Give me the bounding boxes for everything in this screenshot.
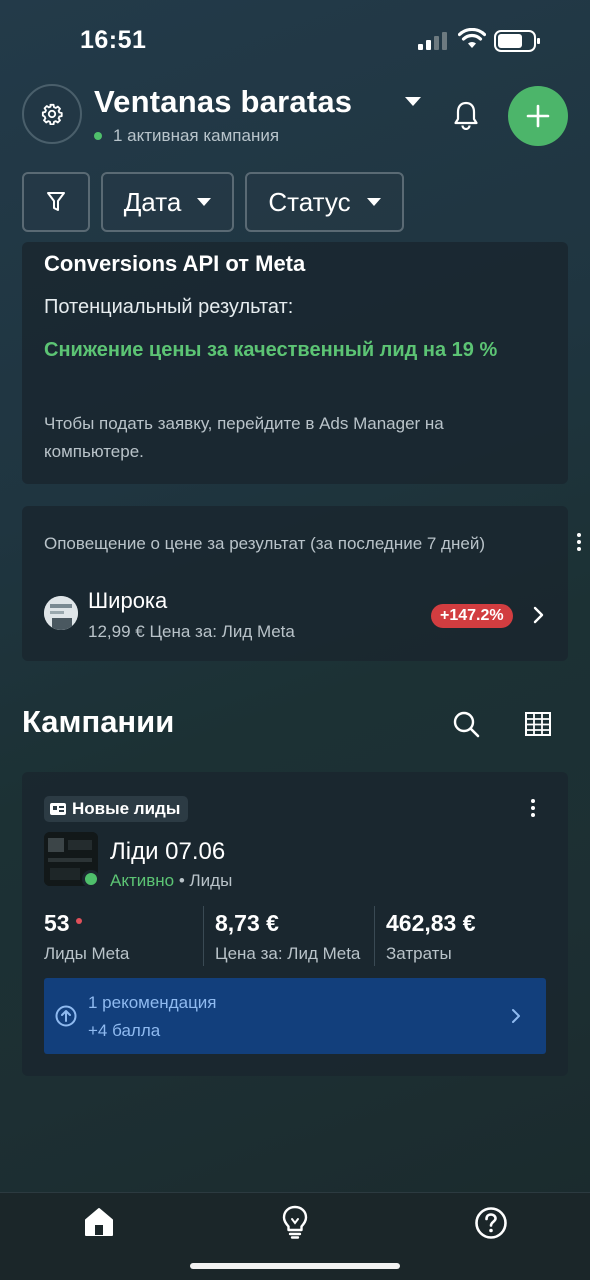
capi-title: Conversions API от Meta <box>44 251 306 276</box>
campaigns-section-title: Кампании <box>22 704 175 739</box>
capi-potential-label: Потенциальный результат: <box>44 296 294 318</box>
capi-description: Чтобы подать заявку, перейдите в Ads Man… <box>44 414 444 461</box>
subtitle-text: 1 активная кампания <box>113 126 280 145</box>
status-filter-button[interactable]: Статус <box>245 172 404 232</box>
chevron-right-icon[interactable] <box>532 606 544 624</box>
wifi-icon <box>458 28 486 48</box>
campaign-name[interactable]: Ліди 07.06 <box>110 838 225 866</box>
ad-thumbnail <box>44 596 78 630</box>
recommendation-count: 1 рекомендация <box>88 993 217 1012</box>
date-filter-label: Дата <box>123 186 182 217</box>
metric-cost-per-lead-value: 8,73 € <box>215 910 279 936</box>
create-button[interactable] <box>508 86 568 146</box>
chevron-down-icon <box>366 198 381 206</box>
chevron-down-icon <box>197 198 212 206</box>
metric-cost-per-lead-label: Цена за: Лид Meta <box>215 944 361 963</box>
cellular-signal-icon <box>418 32 447 50</box>
capi-result: Снижение цены за качественный лид на 19 … <box>44 339 498 361</box>
metric-spend-label: Затраты <box>386 944 452 963</box>
campaign-objective: • Лиды <box>174 871 233 890</box>
recommendation-points: +4 балла <box>88 1021 161 1040</box>
plus-icon <box>526 104 550 128</box>
date-filter-button[interactable]: Дата <box>101 172 234 232</box>
table-icon[interactable] <box>524 711 552 737</box>
price-alert-item-price: 12,99 € Цена за: Лид Meta <box>88 622 295 641</box>
more-icon[interactable] <box>574 532 584 552</box>
bell-icon[interactable] <box>451 100 481 130</box>
campaign-status: Активно • Лиды <box>110 871 232 891</box>
metric-leads-value: 53 <box>44 910 82 937</box>
home-indicator[interactable] <box>190 1263 400 1269</box>
campaign-active-dot <box>82 870 100 888</box>
status-filter-label: Статус <box>268 186 351 217</box>
metric-spend-value: 462,83 € <box>386 910 476 936</box>
campaign-objective-tag: Новые лиды <box>44 796 189 822</box>
active-campaigns-subtitle: 1 активная кампания <box>94 126 279 146</box>
chevron-right-icon <box>512 1009 520 1023</box>
recommendation-banner[interactable] <box>44 978 546 1054</box>
lightbulb-icon[interactable] <box>281 1205 309 1239</box>
filter-button[interactable] <box>22 172 90 232</box>
gear-icon <box>41 103 63 125</box>
alert-dot <box>75 918 82 924</box>
price-alert-item-name: Широка <box>88 588 168 613</box>
search-icon[interactable] <box>452 710 480 738</box>
account-title[interactable]: Ventanas baratas <box>94 84 352 120</box>
price-alert-heading: Оповещение о цене за результат (за после… <box>44 534 485 553</box>
home-icon[interactable] <box>83 1206 115 1238</box>
filter-icon <box>47 192 65 211</box>
metric-leads-label: Лиды Meta <box>44 944 130 963</box>
campaign-tag-label: Новые лиды <box>72 799 181 818</box>
active-status-dot <box>94 132 102 140</box>
arrow-up-circle-icon <box>55 1005 77 1027</box>
metric-divider <box>374 906 375 966</box>
help-icon[interactable] <box>474 1206 508 1240</box>
status-time: 16:51 <box>80 26 147 54</box>
price-change-badge: +147.2% <box>431 604 513 628</box>
settings-button[interactable] <box>22 84 82 144</box>
leads-value-text: 53 <box>44 910 70 936</box>
lead-form-icon <box>50 803 66 815</box>
more-icon[interactable] <box>528 798 538 818</box>
account-dropdown-icon[interactable] <box>405 97 421 106</box>
metric-divider <box>203 906 204 966</box>
battery-icon <box>494 30 540 52</box>
campaign-status-active: Активно <box>110 871 175 890</box>
